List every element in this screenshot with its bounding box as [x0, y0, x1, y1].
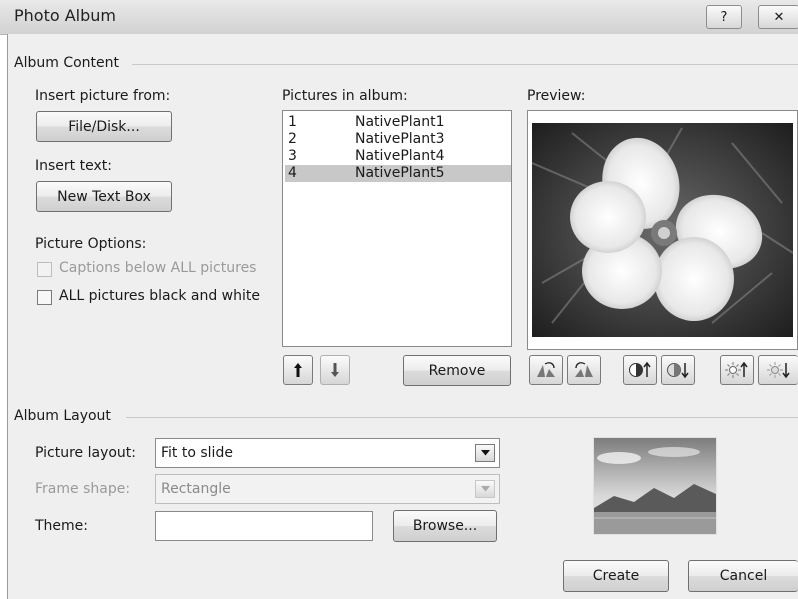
list-item-name: NativePlant5 [355, 165, 445, 181]
black-white-checkbox-label: ALL pictures black and white [59, 288, 260, 304]
chevron-down-icon [480, 486, 490, 492]
picture-layout-value: Fit to slide [161, 445, 233, 461]
preview-frame [527, 110, 798, 350]
create-button-label: Create [592, 568, 640, 584]
brightness-up-button[interactable] [720, 355, 754, 385]
frame-shape-select[interactable]: Rectangle [155, 474, 500, 504]
brightness-down-button[interactable] [758, 355, 798, 385]
frame-shape-dropdown-button[interactable] [475, 480, 495, 498]
chevron-down-icon [480, 450, 490, 456]
cancel-button-label: Cancel [719, 568, 768, 584]
frame-shape-label: Frame shape: [35, 481, 131, 497]
remove-button[interactable]: Remove [403, 355, 511, 386]
album-layout-title: Album Layout [14, 408, 117, 424]
remove-button-label: Remove [428, 362, 486, 379]
contrast-up-icon [629, 361, 651, 377]
album-content-title: Album Content [14, 55, 125, 71]
list-item-number: 4 [288, 165, 297, 181]
frame-shape-value: Rectangle [161, 481, 231, 497]
rotate-right-icon [575, 362, 593, 377]
list-item[interactable]: 2 NativePlant3 [285, 131, 511, 148]
layout-preview [593, 437, 717, 535]
list-item-selected[interactable]: 4 NativePlant5 [285, 165, 511, 182]
list-item-name: NativePlant1 [355, 114, 445, 130]
contrast-up-button[interactable] [623, 355, 657, 385]
flower-preview-image [532, 123, 793, 337]
close-icon: ✕ [773, 9, 785, 25]
picture-layout-label: Picture layout: [35, 445, 136, 461]
brightness-down-icon [766, 362, 790, 379]
list-item-name: NativePlant3 [355, 131, 445, 147]
rotate-right-button[interactable] [567, 355, 601, 385]
list-item[interactable]: 1 NativePlant1 [285, 114, 511, 131]
help-button[interactable]: ? [706, 5, 742, 29]
list-item-number: 2 [288, 131, 297, 147]
theme-label: Theme: [35, 518, 89, 534]
album-content-divider [132, 64, 798, 65]
pictures-list[interactable]: 1 NativePlant1 2 NativePlant3 3 NativePl… [282, 110, 512, 347]
insert-picture-label: Insert picture from: [35, 88, 171, 104]
create-button[interactable]: Create [563, 560, 669, 592]
file-disk-button-label: File/Disk... [68, 118, 140, 135]
help-icon: ? [720, 9, 728, 25]
list-item-number: 3 [288, 148, 297, 164]
list-item[interactable]: 3 NativePlant4 [285, 148, 511, 165]
arrow-down-icon [331, 363, 339, 377]
contrast-down-button[interactable] [661, 355, 695, 385]
preview-label: Preview: [527, 88, 586, 104]
title-bar: Photo Album ? ✕ [0, 0, 798, 35]
picture-layout-dropdown-button[interactable] [475, 444, 495, 462]
file-disk-button[interactable]: File/Disk... [36, 111, 172, 142]
move-up-button[interactable] [283, 355, 313, 385]
captions-checkbox[interactable] [37, 262, 52, 277]
browse-button-label: Browse... [412, 518, 478, 534]
pictures-in-album-label: Pictures in album: [282, 88, 408, 104]
picture-options-label: Picture Options: [35, 236, 147, 252]
rotate-left-icon [537, 362, 555, 377]
insert-text-label: Insert text: [35, 158, 112, 174]
contrast-down-icon [667, 363, 689, 379]
move-down-button[interactable] [320, 355, 350, 385]
rotate-left-button[interactable] [529, 355, 563, 385]
browse-button[interactable]: Browse... [393, 510, 497, 542]
close-button[interactable]: ✕ [758, 5, 798, 29]
landscape-thumbnail-image [594, 438, 716, 534]
album-layout-divider [126, 417, 798, 418]
captions-checkbox-label: Captions below ALL pictures [59, 260, 257, 276]
list-item-name: NativePlant4 [355, 148, 445, 164]
new-text-box-button-label: New Text Box [57, 188, 151, 205]
cancel-button[interactable]: Cancel [688, 560, 798, 592]
theme-input[interactable] [155, 511, 373, 541]
new-text-box-button[interactable]: New Text Box [36, 181, 172, 212]
arrow-up-icon [294, 363, 302, 377]
black-white-checkbox[interactable] [37, 290, 52, 305]
picture-layout-select[interactable]: Fit to slide [155, 438, 500, 468]
brightness-up-icon [725, 361, 748, 378]
list-item-number: 1 [288, 114, 297, 130]
window-title: Photo Album [14, 6, 116, 25]
